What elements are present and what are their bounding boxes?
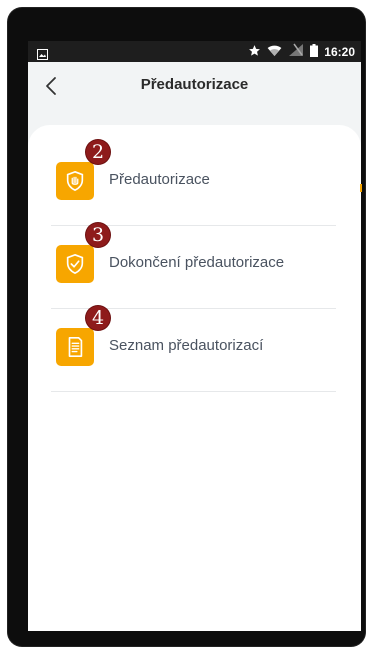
- device-frame: 16:20 Předautorizace 2 Předautorizace 3 …: [8, 8, 365, 646]
- star-icon: [248, 44, 261, 60]
- menu-item-label: Dokončení předautorizace: [109, 254, 285, 271]
- document-list-icon: [56, 328, 94, 366]
- top-app-bar: Předautorizace: [28, 62, 361, 110]
- menu-item-preauthorization[interactable]: 2 Předautorizace: [51, 140, 336, 226]
- battery-icon: [310, 43, 319, 60]
- menu-card: 2 Předautorizace 3 Dokončení předautoriz…: [28, 125, 361, 631]
- status-icons: 16:20: [248, 43, 355, 60]
- step-badge: 3: [86, 223, 110, 247]
- step-badge: 2: [86, 140, 110, 164]
- menu-item-complete-preauthorization[interactable]: 3 Dokončení předautorizace: [51, 223, 336, 309]
- signal-icon: [288, 43, 304, 60]
- shield-check-icon: [56, 245, 94, 283]
- page-title: Předautorizace: [140, 76, 249, 93]
- status-time: 16:20: [324, 44, 355, 59]
- screen: 16:20 Předautorizace 2 Předautorizace 3 …: [28, 41, 361, 631]
- wifi-icon: [267, 44, 282, 60]
- status-bar: 16:20: [28, 41, 361, 62]
- shield-hand-icon: [56, 162, 94, 200]
- edge-marker: [360, 184, 362, 192]
- menu-item-label: Seznam předautorizací: [109, 337, 264, 354]
- step-badge: 4: [86, 306, 110, 330]
- menu-item-preauthorization-list[interactable]: 4 Seznam předautorizací: [51, 306, 336, 392]
- menu-item-label: Předautorizace: [109, 171, 210, 188]
